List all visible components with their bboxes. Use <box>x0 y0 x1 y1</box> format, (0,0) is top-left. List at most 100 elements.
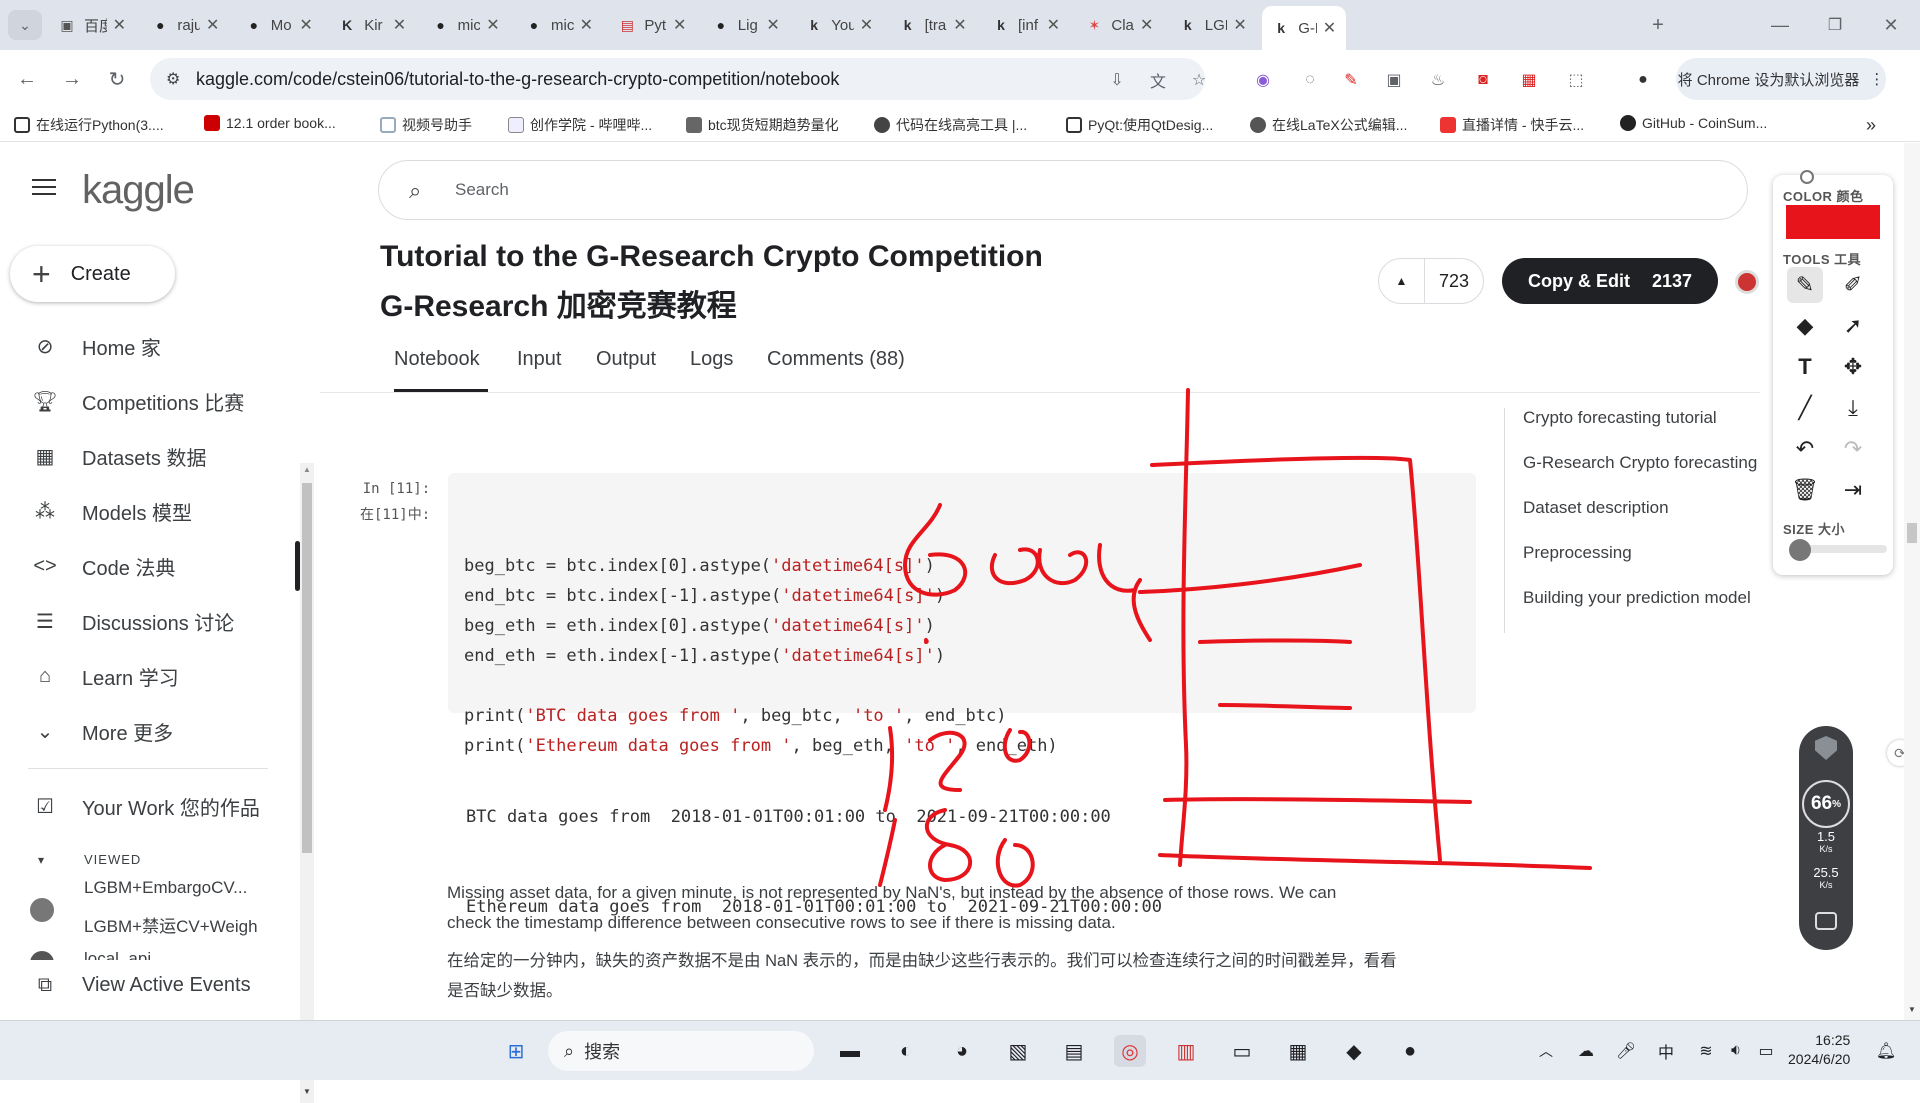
author-avatar[interactable] <box>1735 270 1759 294</box>
extension-icon[interactable]: ▦ <box>1516 67 1542 93</box>
close-tab-icon[interactable]: ✕ <box>580 15 593 35</box>
exit-icon[interactable]: ⇥ <box>1835 472 1871 508</box>
extension-icon[interactable]: ◌ <box>1297 67 1323 93</box>
close-window-button[interactable]: ✕ <box>1876 10 1906 40</box>
new-tab-button[interactable]: + <box>1643 10 1673 40</box>
volume-icon[interactable]: 🔉︎ <box>1720 1035 1752 1067</box>
code-cell[interactable]: beg_btc = btc.index[0].astype('datetime6… <box>448 473 1476 756</box>
close-tab-icon[interactable]: ✕ <box>299 15 312 35</box>
toc-item[interactable]: Dataset description <box>1505 498 1784 543</box>
sidebar-item-competitions[interactable]: 🏆︎ Competitions 比赛 <box>0 376 300 426</box>
tab-logs[interactable]: Logs <box>690 348 733 371</box>
viewed-toggle-icon[interactable]: ▾ <box>38 853 44 867</box>
sidebar-item-more[interactable]: ⌄ More 更多 <box>0 706 300 756</box>
size-slider-knob[interactable] <box>1789 539 1811 561</box>
app-icon[interactable]: ◆ <box>1338 1035 1370 1067</box>
redo-icon[interactable]: ↷ <box>1835 431 1871 467</box>
minimize-button[interactable]: — <box>1765 10 1795 40</box>
bookmark-item[interactable]: GitHub - CoinSum... <box>1620 115 1767 131</box>
close-tab-icon[interactable]: ✕ <box>1233 15 1246 35</box>
bookmark-star-icon[interactable]: ☆ <box>1186 67 1212 93</box>
toc-item[interactable]: Building your prediction model <box>1505 588 1784 633</box>
site-info-icon[interactable]: ⚙ <box>166 69 180 89</box>
search-input[interactable]: ⌕ Search <box>378 160 1748 220</box>
toc-item[interactable]: Crypto forecasting tutorial <box>1505 408 1784 453</box>
app-icon[interactable]: ▦ <box>1282 1035 1314 1067</box>
trash-icon[interactable]: 🗑︎ <box>1787 472 1823 508</box>
close-tab-icon[interactable]: ✕ <box>953 15 966 35</box>
line-icon[interactable]: ╱ <box>1787 390 1823 426</box>
browser-tab[interactable]: ● mic ✕ <box>515 6 603 44</box>
bookmark-item[interactable]: 在线运行Python(3.... <box>14 115 164 135</box>
sidebar-item-code[interactable]: <> Code 法典 <box>0 541 300 591</box>
download-icon[interactable]: ⤓ <box>1835 390 1871 426</box>
page-scrollbar[interactable]: ▼ <box>1904 143 1920 1020</box>
sidebar-item-discussions[interactable]: ☰ Discussions 讨论 <box>0 596 300 646</box>
upvote-arrow-icon[interactable]: ▲ <box>1379 258 1425 304</box>
pencil-icon[interactable]: ✎ <box>1787 267 1823 303</box>
start-icon[interactable]: ⊞ <box>500 1035 532 1067</box>
kaggle-logo[interactable]: kaggle <box>82 168 195 213</box>
marker-icon[interactable]: ✐ <box>1835 267 1871 303</box>
app-icon[interactable]: ◐ <box>890 1035 922 1067</box>
terminal-icon[interactable]: ▭ <box>1226 1035 1258 1067</box>
address-bar[interactable]: ⚙ kaggle.com/code/cstein06/tutorial-to-t… <box>150 58 1205 100</box>
app-icon[interactable]: ● <box>1394 1035 1426 1067</box>
panel-handle-icon[interactable] <box>1800 170 1814 184</box>
app-icon[interactable]: ◕ <box>946 1035 978 1067</box>
close-tab-icon[interactable]: ✕ <box>1323 18 1336 38</box>
toc-item[interactable]: Preprocessing <box>1505 543 1784 588</box>
network-speed-widget[interactable]: 66% 1.5 K/s 25.5 K/s <box>1799 726 1853 950</box>
tray-chevron-icon[interactable]: ︿ <box>1530 1035 1562 1067</box>
scroll-up-icon[interactable]: ▲ <box>303 465 311 474</box>
camera-icon[interactable] <box>1815 912 1837 930</box>
more-bookmarks-icon[interactable]: » <box>1866 115 1876 136</box>
browser-tab[interactable]: k LGE ✕ <box>1169 6 1257 44</box>
app-icon[interactable]: ▤ <box>1058 1035 1090 1067</box>
browser-tab[interactable]: ● mic ✕ <box>422 6 510 44</box>
text-tool-icon[interactable]: T <box>1787 349 1823 385</box>
undo-icon[interactable]: ↶ <box>1787 431 1823 467</box>
photos-icon[interactable]: ▧ <box>1002 1035 1034 1067</box>
scroll-down-icon[interactable]: ▼ <box>303 1087 311 1096</box>
mic-icon[interactable]: 🎤︎ <box>1610 1035 1642 1067</box>
scrollbar-thumb[interactable] <box>302 483 312 853</box>
extension-icon[interactable]: ▣ <box>1381 67 1407 93</box>
bookmark-item[interactable]: btc现货短期趋势量化 <box>686 115 839 135</box>
tab-output[interactable]: Output <box>596 348 656 371</box>
system-clock[interactable]: 16:25 2024/6/20 <box>1788 1031 1850 1069</box>
tab-input[interactable]: Input <box>517 348 561 371</box>
pen-extension-icon[interactable]: ✎ <box>1338 67 1364 93</box>
ime-indicator[interactable]: 中 <box>1650 1035 1682 1067</box>
close-tab-icon[interactable]: ✕ <box>1047 15 1060 35</box>
close-tab-icon[interactable]: ✕ <box>1140 15 1153 35</box>
close-tab-icon[interactable]: ✕ <box>486 15 499 35</box>
extension-icon[interactable]: ◉ <box>1250 67 1276 93</box>
copy-and-edit-button[interactable]: Copy & Edit 2137 <box>1502 258 1718 304</box>
sidebar-item-learn[interactable]: ⌂ Learn 学习 <box>0 651 300 701</box>
record-extension-icon[interactable]: ◙ <box>1470 67 1496 93</box>
close-tab-icon[interactable]: ✕ <box>206 15 219 35</box>
browser-tab[interactable]: ● raju ✕ <box>141 6 229 44</box>
app-icon[interactable]: ▥ <box>1170 1035 1202 1067</box>
viewed-item[interactable]: LGBM+禁运CV+Weigh <box>84 912 258 937</box>
close-tab-icon[interactable]: ✕ <box>860 15 873 35</box>
battery-icon[interactable]: ▭ <box>1750 1035 1782 1067</box>
bookmark-item[interactable]: 代码在线高亮工具 |... <box>874 115 1027 135</box>
close-tab-icon[interactable]: ✕ <box>113 15 126 35</box>
bookmark-item[interactable]: 直播详情 - 快手云... <box>1440 115 1584 135</box>
taskbar-search[interactable]: ⌕ 搜索 <box>548 1031 814 1071</box>
upvote-button[interactable]: ▲ 723 <box>1378 258 1484 304</box>
cursor-icon[interactable]: ➚ <box>1835 308 1871 344</box>
create-button[interactable]: + Create <box>10 246 175 302</box>
move-icon[interactable]: ✥ <box>1835 349 1871 385</box>
browser-tab[interactable]: k You ✕ <box>795 6 883 44</box>
profile-avatar-icon[interactable]: ● <box>1630 67 1656 93</box>
sidebar-item-models[interactable]: ⁂ Models 模型 <box>0 486 300 536</box>
bookmark-item[interactable]: 创作学院 - 哔哩哔... <box>508 115 652 135</box>
set-default-browser-button[interactable]: 将 Chrome 设为默认浏览器 ⋮ <box>1676 58 1886 100</box>
eraser-icon[interactable]: ◆ <box>1787 308 1823 344</box>
extensions-puzzle-icon[interactable]: ⬚ <box>1563 67 1589 93</box>
browser-tab[interactable]: ▤ Pyt ✕ <box>608 6 696 44</box>
toc-item[interactable]: G-Research Crypto forecasting <box>1505 453 1784 498</box>
